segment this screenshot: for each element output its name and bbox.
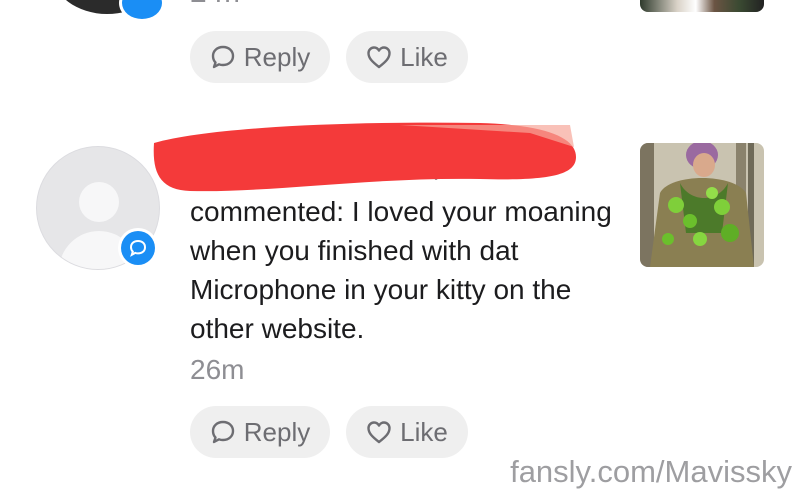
heart-icon — [367, 46, 391, 69]
redaction-mark — [153, 122, 576, 192]
like-button[interactable]: Like — [346, 406, 468, 458]
like-label: Like — [400, 416, 448, 447]
watermark: fansly.com/Mavissky — [510, 454, 792, 489]
reply-label: Reply — [243, 416, 311, 447]
reply-button[interactable]: Reply — [190, 31, 330, 83]
reply-button[interactable]: Reply — [190, 406, 330, 458]
post-thumbnail[interactable] — [640, 0, 764, 12]
chat-bubble-icon — [211, 420, 234, 444]
heart-icon — [367, 421, 391, 444]
notification-time: 26m — [190, 354, 245, 385]
reply-label: Reply — [243, 41, 311, 72]
comment-badge-icon — [118, 228, 158, 268]
like-label: Like — [400, 41, 448, 72]
chat-bubble-icon — [211, 45, 234, 69]
notification-time: 2 m — [190, 0, 240, 10]
comment-badge-icon — [119, 0, 165, 22]
like-button[interactable]: Like — [346, 31, 468, 83]
comment-text: commented: I loved your moaning when you… — [190, 196, 612, 344]
post-thumbnail[interactable] — [640, 143, 764, 267]
